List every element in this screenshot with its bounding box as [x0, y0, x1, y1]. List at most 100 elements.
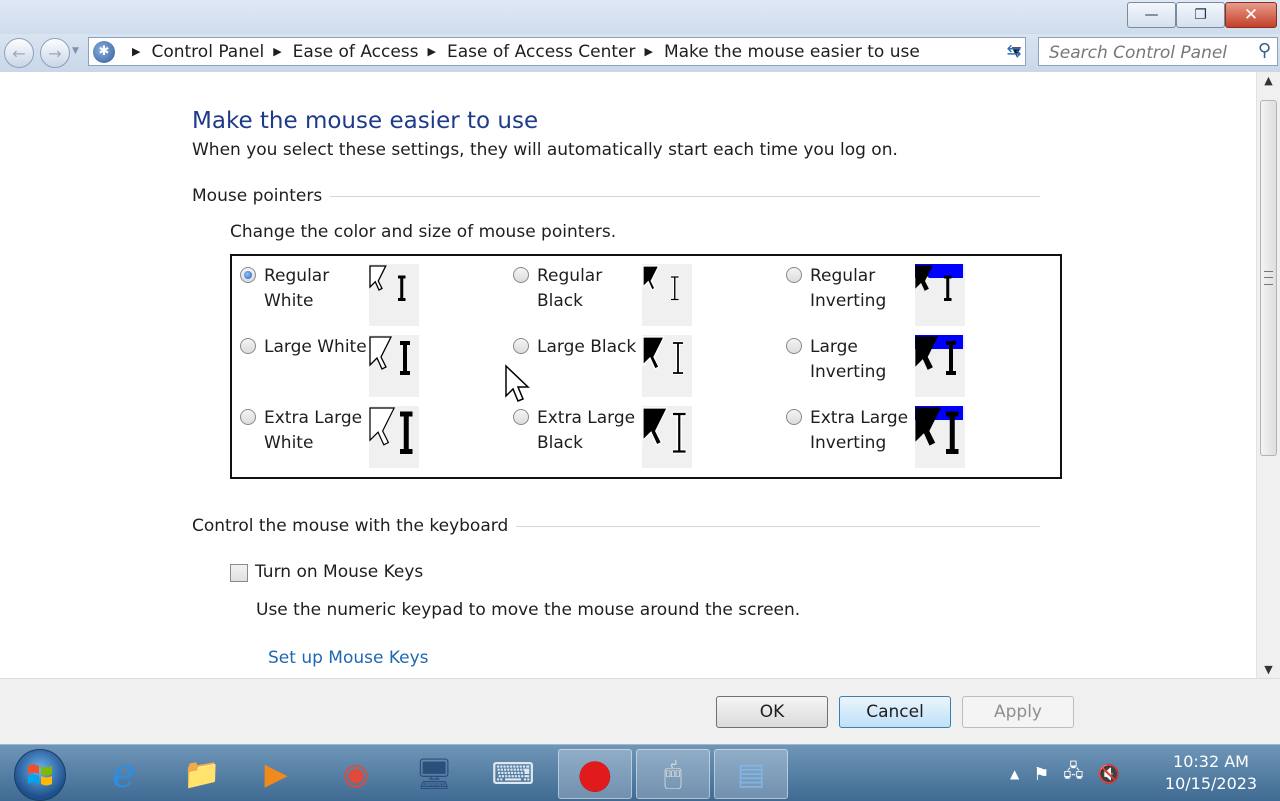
- maximize-button[interactable]: ❐: [1176, 2, 1225, 28]
- close-button[interactable]: ✕: [1225, 2, 1277, 28]
- mouse-keys-description: Use the numeric keypad to move the mouse…: [256, 600, 801, 620]
- address-bar[interactable]: ✱ ▶ Control Panel ▶ Ease of Access ▶ Ease of …: [88, 37, 1026, 66]
- breadcrumb-label[interactable]: Make the mouse easier to use: [664, 42, 920, 62]
- taskbar-chrome-button[interactable]: ◉: [324, 749, 388, 799]
- pointer-preview-icon: [642, 335, 692, 397]
- breadcrumb-item[interactable]: ▶ Make the mouse easier to use: [636, 42, 920, 62]
- taskbar-control-panel-button[interactable]: ▤: [714, 749, 788, 799]
- pointer-preview-icon: [915, 264, 965, 326]
- remote-desktop-icon: 🖥: [414, 756, 454, 792]
- option-label[interactable]: Regular Inverting: [810, 264, 915, 326]
- recent-pages-dropdown-icon[interactable]: ▼: [72, 46, 79, 56]
- minimize-icon: —: [1144, 7, 1159, 23]
- taskbar-remote-desktop-button[interactable]: 🖥: [402, 749, 466, 799]
- pointer-option-regular-black[interactable]: Regular Black: [513, 264, 692, 326]
- refresh-button[interactable]: ⇆: [1000, 37, 1028, 66]
- breadcrumb-item[interactable]: ▶ Ease of Access Center: [419, 42, 636, 62]
- breadcrumb-label[interactable]: Ease of Access Center: [447, 42, 636, 62]
- option-label[interactable]: Large White: [264, 335, 369, 397]
- minimize-button[interactable]: —: [1127, 2, 1176, 28]
- volume-muted-icon[interactable]: 🔇: [1097, 764, 1119, 785]
- breadcrumb: ▶ Control Panel ▶ Ease of Access ▶ Ease of Ac…: [123, 42, 920, 62]
- breadcrumb-label[interactable]: Ease of Access: [293, 42, 419, 62]
- pointer-preview-icon: [915, 335, 965, 397]
- radio-button[interactable]: [513, 267, 529, 283]
- pointer-option-regular-white[interactable]: Regular White: [240, 264, 419, 326]
- show-hidden-icons-icon[interactable]: ▲: [1010, 767, 1019, 781]
- setup-mouse-keys-link[interactable]: Set up Mouse Keys: [268, 648, 429, 668]
- scrollbar-thumb[interactable]: [1260, 100, 1277, 456]
- close-icon: ✕: [1243, 5, 1259, 25]
- apply-button[interactable]: Apply: [962, 696, 1074, 728]
- pointer-preview-icon: [642, 264, 692, 326]
- internet-explorer-icon: e: [112, 751, 136, 797]
- forward-button[interactable]: →: [40, 38, 70, 68]
- breadcrumb-item[interactable]: ▶ Control Panel: [123, 42, 264, 62]
- breadcrumb-arrow-icon[interactable]: ▶: [428, 45, 436, 58]
- pointer-option-large-black[interactable]: Large Black: [513, 335, 692, 397]
- mouse-keys-label[interactable]: Turn on Mouse Keys: [255, 562, 423, 582]
- vertical-scrollbar[interactable]: ▲ ▼: [1256, 72, 1280, 678]
- radio-button[interactable]: [240, 409, 256, 425]
- control-panel-icon: ▤: [736, 756, 766, 792]
- back-button[interactable]: ←: [4, 38, 34, 68]
- button-bar: OK Cancel Apply: [0, 678, 1280, 745]
- taskbar-mouse-settings-button[interactable]: 🖱: [636, 749, 710, 799]
- pointer-preview-icon: [369, 264, 419, 326]
- breadcrumb-arrow-icon[interactable]: ▶: [132, 45, 140, 58]
- ok-button[interactable]: OK: [716, 696, 828, 728]
- option-label[interactable]: Large Inverting: [810, 335, 915, 397]
- taskbar-on-screen-keyboard-button[interactable]: ⌨: [481, 749, 545, 799]
- keyboard-control-heading: Control the mouse with the keyboard: [192, 516, 1040, 536]
- taskbar-media-player-button[interactable]: ▶: [244, 749, 308, 799]
- pointer-option-large-white[interactable]: Large White: [240, 335, 419, 397]
- title-bar: — ❐ ✕: [0, 0, 1280, 34]
- pointer-option-large-inverting[interactable]: Large Inverting: [786, 335, 965, 397]
- radio-button[interactable]: [240, 338, 256, 354]
- action-center-icon[interactable]: ⚑: [1033, 764, 1049, 785]
- scroll-down-icon[interactable]: ▼: [1257, 663, 1280, 676]
- breadcrumb-item[interactable]: ▶ Ease of Access: [264, 42, 418, 62]
- mouse-keys-checkbox[interactable]: [230, 564, 248, 582]
- windows-explorer-icon: 📁: [183, 756, 221, 792]
- search-box[interactable]: ⚲: [1038, 37, 1278, 66]
- radio-button[interactable]: [786, 267, 802, 283]
- radio-button[interactable]: [513, 338, 529, 354]
- breadcrumb-label[interactable]: Control Panel: [151, 42, 264, 62]
- radio-button[interactable]: [240, 267, 256, 283]
- pointer-option-extra-large-black[interactable]: Extra Large Black: [513, 406, 692, 468]
- pointer-preview-icon: [915, 406, 965, 468]
- breadcrumb-arrow-icon[interactable]: ▶: [645, 45, 653, 58]
- option-label[interactable]: Extra Large Inverting: [810, 406, 915, 468]
- option-label[interactable]: Extra Large Black: [537, 406, 642, 468]
- clock-date: 10/15/2023: [1164, 774, 1258, 793]
- chrome-icon: ◉: [342, 756, 370, 792]
- start-button[interactable]: [14, 749, 66, 801]
- mouse-cursor-icon: [505, 364, 530, 402]
- radio-button[interactable]: [786, 409, 802, 425]
- search-input[interactable]: [1047, 39, 1251, 66]
- taskbar-internet-explorer-button[interactable]: e: [92, 749, 156, 799]
- section-title: Control the mouse with the keyboard: [192, 516, 509, 536]
- clock[interactable]: 10:32 AM 10/15/2023: [1152, 751, 1270, 795]
- option-label[interactable]: Large Black: [537, 335, 642, 397]
- breadcrumb-arrow-icon[interactable]: ▶: [273, 45, 281, 58]
- pointer-option-extra-large-inverting[interactable]: Extra Large Inverting: [786, 406, 965, 468]
- grip-icon: [1264, 271, 1273, 285]
- radio-button[interactable]: [513, 409, 529, 425]
- scroll-up-icon[interactable]: ▲: [1257, 74, 1280, 87]
- search-icon[interactable]: ⚲: [1258, 40, 1271, 61]
- pointer-scheme-box: Regular White Regular Black Regular Invert…: [230, 254, 1062, 479]
- option-label[interactable]: Extra Large White: [264, 406, 369, 468]
- radio-button[interactable]: [786, 338, 802, 354]
- pointer-option-regular-inverting[interactable]: Regular Inverting: [786, 264, 965, 326]
- pointer-option-extra-large-white[interactable]: Extra Large White: [240, 406, 419, 468]
- taskbar-windows-explorer-button[interactable]: 📁: [170, 749, 234, 799]
- option-label[interactable]: Regular White: [264, 264, 369, 326]
- option-label[interactable]: Regular Black: [537, 264, 642, 326]
- divider: [516, 525, 1040, 527]
- network-icon[interactable]: 🖧: [1063, 759, 1083, 789]
- cancel-button[interactable]: Cancel: [839, 696, 951, 728]
- forward-arrow-icon: →: [48, 43, 62, 63]
- taskbar-screen-recorder-button[interactable]: ●: [558, 749, 632, 799]
